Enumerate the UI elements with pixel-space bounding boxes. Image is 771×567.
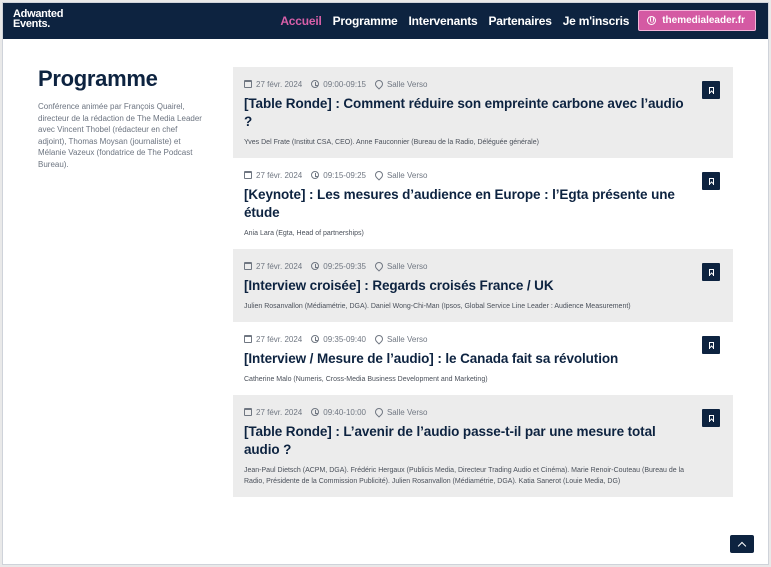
session-card[interactable]: 27 févr. 2024 09:15-09:25 Salle Verso [K… [233,158,733,249]
session-type: [Table Ronde] [244,424,332,439]
clock-icon [311,262,320,270]
session-title[interactable]: [Interview / Mesure de l’audio] : le Can… [244,350,693,368]
calendar-icon [244,408,252,416]
calendar-icon [244,335,252,343]
bookmark-button[interactable] [702,409,720,427]
chevron-up-icon [737,541,747,550]
session-title[interactable]: [Interview croisée] : Regards croisés Fr… [244,277,693,295]
session-title-text: : le Canada fait sa révolution [433,351,619,366]
session-room: Salle Verso [386,261,428,271]
bookmark-icon [708,414,714,422]
session-time: 09:15-09:25 [323,170,366,180]
clock-icon [311,408,320,416]
top-navbar: Adwanted Events. Accueil Programme Inter… [3,3,768,39]
bookmark-icon [708,341,714,349]
programme-description: Conférence animée par François Quairel, … [38,102,202,169]
session-card[interactable]: 27 févr. 2024 09:40-10:00 Salle Verso [T… [233,395,733,497]
session-speakers: Jean-Paul Dietsch (ACPM, DGA). Frédéric … [244,467,685,485]
session-date: 27 févr. 2024 [256,79,303,89]
globe-icon [647,16,657,25]
session-speakers: Ania Lara (Egta, Head of partnerships) [244,230,364,237]
session-speakers: Yves Del Frate (Institut CSA, CEO). Anne… [244,139,539,146]
session-meta: 27 févr. 2024 09:00-09:15 Salle Verso [244,78,693,90]
nav-item-programme[interactable]: Programme [333,14,398,28]
programme-sidebar: Programme Conférence animée par François… [38,66,208,170]
logo-line-2: Events. [13,18,51,30]
calendar-icon [244,262,252,270]
location-pin-icon [373,406,385,418]
session-card[interactable]: 27 févr. 2024 09:25-09:35 Salle Verso [I… [233,249,733,322]
location-pin-icon [373,260,385,272]
scroll-to-top-button[interactable] [730,535,754,553]
session-time: 09:35-09:40 [323,334,366,344]
nav-item-intervenants[interactable]: Intervenants [409,14,478,28]
session-meta: 27 févr. 2024 09:25-09:35 Salle Verso [244,260,693,272]
nav-item-inscription[interactable]: Je m'inscris [563,14,630,28]
location-pin-icon [373,169,385,181]
bookmark-icon [708,268,714,276]
nav-item-accueil[interactable]: Accueil [280,14,321,28]
nav-item-partenaires[interactable]: Partenaires [489,14,552,28]
session-title-text: : Regards croisés France / UK [360,278,554,293]
clock-icon [311,171,320,179]
session-type: [Interview / Mesure de l’audio] [244,351,434,366]
calendar-icon [244,80,252,88]
session-date: 27 févr. 2024 [256,261,303,271]
page-title: Programme [38,66,158,91]
location-pin-icon [373,78,385,90]
session-time: 09:40-10:00 [323,407,366,417]
session-time: 09:25-09:35 [323,261,366,271]
session-meta: 27 févr. 2024 09:15-09:25 Salle Verso [244,169,693,181]
page: Adwanted Events. Accueil Programme Inter… [2,2,769,565]
session-date: 27 févr. 2024 [256,170,303,180]
session-title-text: : Les mesures d’audience en Europe : l’E… [244,187,675,220]
clock-icon [311,335,320,343]
location-pin-icon [373,333,385,345]
session-meta: 27 févr. 2024 09:40-10:00 Salle Verso [244,406,693,418]
session-room: Salle Verso [386,170,428,180]
session-date: 27 févr. 2024 [256,334,303,344]
bookmark-button[interactable] [702,336,720,354]
session-date: 27 févr. 2024 [256,407,303,417]
bookmark-icon [708,177,714,185]
bookmark-icon [708,86,714,94]
session-title[interactable]: [Table Ronde] : L’avenir de l’audio pass… [244,423,693,459]
session-title[interactable]: [Keynote] : Les mesures d’audience en Eu… [244,186,693,222]
adwanted-events-logo[interactable]: Adwanted Events. [13,9,63,30]
session-meta: 27 févr. 2024 09:35-09:40 Salle Verso [244,333,693,345]
main-nav: Accueil Programme Intervenants Partenair… [269,10,756,31]
themedialeader-button[interactable]: themedialeader.fr [638,10,756,31]
session-type: [Keynote] [244,187,306,202]
bookmark-button[interactable] [702,81,720,99]
calendar-icon [244,171,252,179]
session-type: [Interview croisée] [244,278,361,293]
bookmark-button[interactable] [702,263,720,281]
session-card[interactable]: 27 févr. 2024 09:35-09:40 Salle Verso [I… [233,322,733,395]
session-type: [Table Ronde] [244,96,332,111]
session-title[interactable]: [Table Ronde] : Comment réduire son empr… [244,95,693,131]
session-time: 09:00-09:15 [323,79,366,89]
themedialeader-label: themedialeader.fr [662,15,745,26]
clock-icon [311,80,320,88]
session-room: Salle Verso [386,334,428,344]
bookmark-button[interactable] [702,172,720,190]
session-room: Salle Verso [386,79,428,89]
session-list: 27 févr. 2024 09:00-09:15 Salle Verso [T… [233,67,733,497]
session-room: Salle Verso [386,407,428,417]
session-speakers: Julien Rosanvallon (Médiamétrie, DGA). D… [244,303,631,310]
session-card[interactable]: 27 févr. 2024 09:00-09:15 Salle Verso [T… [233,67,733,158]
session-speakers: Catherine Malo (Numeris, Cross-Media Bus… [244,376,488,383]
